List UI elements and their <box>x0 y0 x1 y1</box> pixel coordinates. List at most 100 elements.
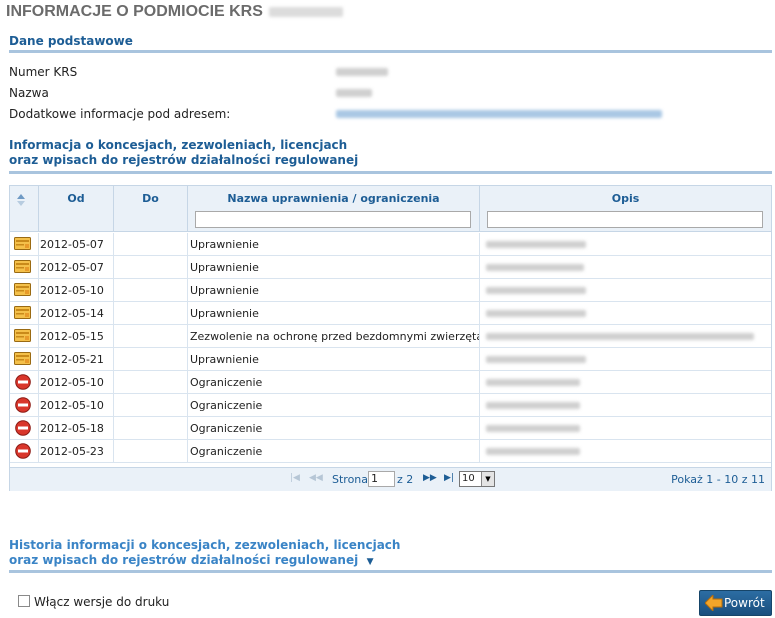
cell-nazwa: Uprawnienie <box>188 302 480 325</box>
table-row[interactable]: 2012-05-07 Uprawnienie <box>10 233 771 256</box>
concessions-divider <box>9 171 772 174</box>
column-opis-label[interactable]: Opis <box>480 192 771 205</box>
column-od-label[interactable]: Od <box>39 192 113 205</box>
column-do-label[interactable]: Do <box>114 192 187 205</box>
opis-redacted <box>486 379 580 386</box>
cell-opis <box>480 348 771 371</box>
krs-number-label: Numer KRS <box>9 65 78 79</box>
rows-per-page-value[interactable]: 10 <box>462 473 475 484</box>
expand-icon[interactable]: ▼ <box>367 557 374 567</box>
cell-nazwa: Ograniczenie <box>188 394 480 417</box>
row-icon-cell <box>10 417 39 440</box>
entity-name-value-redacted <box>336 89 372 97</box>
opis-redacted <box>486 425 580 432</box>
history-link[interactable]: Historia informacji o koncesjach, zezwol… <box>9 538 400 570</box>
cell-do <box>114 279 188 302</box>
permit-icon <box>14 329 31 342</box>
cell-od: 2012-05-15 <box>39 325 114 348</box>
table-row[interactable]: 2012-05-18 Ograniczenie <box>10 417 771 440</box>
column-od[interactable]: Od <box>39 186 114 232</box>
row-icon-cell <box>10 348 39 371</box>
krs-number-redacted <box>268 6 343 17</box>
cell-nazwa: Zezwolenie na ochronę przed bezdomnymi z… <box>188 325 480 348</box>
table-row[interactable]: 2012-05-07 Uprawnienie <box>10 256 771 279</box>
cell-opis <box>480 325 771 348</box>
first-page-icon[interactable]: |◀ <box>290 473 300 483</box>
back-button-label[interactable]: Powrót <box>724 596 765 610</box>
opis-filter-input[interactable] <box>487 211 763 228</box>
table-row[interactable]: 2012-05-15 Zezwolenie na ochronę przed be… <box>10 325 771 348</box>
page-number-input[interactable]: 1 <box>368 471 395 487</box>
cell-nazwa: Ograniczenie <box>188 440 480 463</box>
opis-redacted <box>486 356 586 363</box>
cell-od: 2012-05-14 <box>39 302 114 325</box>
table-row[interactable]: 2012-05-21 Uprawnienie <box>10 348 771 371</box>
print-version-checkbox[interactable] <box>18 595 30 607</box>
permit-icon <box>14 352 31 365</box>
chevron-down-icon[interactable]: ▼ <box>481 472 494 486</box>
cell-od: 2012-05-10 <box>39 371 114 394</box>
cell-do <box>114 394 188 417</box>
table-row[interactable]: 2012-05-14 Uprawnienie <box>10 302 771 325</box>
cell-do <box>114 417 188 440</box>
history-line1[interactable]: Historia informacji o koncesjach, zezwol… <box>9 538 400 553</box>
cell-nazwa: Uprawnienie <box>188 348 480 371</box>
history-line2[interactable]: oraz wpisach do rejestrów działalności r… <box>9 553 400 570</box>
cell-do <box>114 325 188 348</box>
sort-icon[interactable] <box>16 194 26 206</box>
cell-opis <box>480 233 771 256</box>
cell-opis <box>480 256 771 279</box>
table-row[interactable]: 2012-05-10 Ograniczenie <box>10 371 771 394</box>
back-button[interactable]: Powrót <box>699 590 772 616</box>
cell-od: 2012-05-10 <box>39 279 114 302</box>
row-icon-cell <box>10 325 39 348</box>
row-icon-cell <box>10 279 39 302</box>
cell-nazwa: Ograniczenie <box>188 371 480 394</box>
concessions-heading-line2: oraz wpisach do rejestrów działalności r… <box>9 153 359 167</box>
cell-opis <box>480 417 771 440</box>
last-page-icon[interactable]: ▶| <box>444 473 454 483</box>
concessions-heading-line1: Informacja o koncesjach, zezwoleniach, l… <box>9 138 348 152</box>
basic-data-heading: Dane podstawowe <box>9 34 133 48</box>
page-title: INFORMACJE O PODMIOCIE KRS <box>6 3 343 21</box>
print-version-label[interactable]: Włącz wersje do druku <box>34 595 169 609</box>
page-title-text: INFORMACJE O PODMIOCIE KRS <box>6 3 263 20</box>
next-page-icon[interactable]: ▶▶ <box>423 473 437 483</box>
row-icon-cell <box>10 233 39 256</box>
column-nazwa-label[interactable]: Nazwa uprawnienia / ograniczenia <box>188 192 479 205</box>
cell-od: 2012-05-07 <box>39 256 114 279</box>
prev-page-icon[interactable]: ◀◀ <box>309 473 323 483</box>
restriction-icon <box>15 374 31 390</box>
page-label: Strona <box>332 473 369 486</box>
cell-opis <box>480 371 771 394</box>
cell-od: 2012-05-07 <box>39 233 114 256</box>
table-row[interactable]: 2012-05-10 Ograniczenie <box>10 394 771 417</box>
row-icon-cell <box>10 371 39 394</box>
opis-redacted <box>486 241 586 248</box>
column-nazwa[interactable]: Nazwa uprawnienia / ograniczenia <box>188 186 480 232</box>
concessions-heading: Informacja o koncesjach, zezwoleniach, l… <box>9 138 358 168</box>
row-icon-cell <box>10 302 39 325</box>
restriction-icon <box>15 397 31 413</box>
opis-redacted <box>486 448 580 455</box>
column-sort[interactable] <box>10 186 39 232</box>
rows-per-page-select[interactable]: 10 ▼ <box>459 471 495 487</box>
back-arrow-icon[interactable] <box>705 595 723 611</box>
opis-redacted <box>486 264 584 271</box>
restriction-icon <box>15 443 31 459</box>
basic-data-divider <box>9 50 772 53</box>
cell-od: 2012-05-23 <box>39 440 114 463</box>
cell-do <box>114 256 188 279</box>
column-do[interactable]: Do <box>114 186 188 232</box>
opis-redacted <box>486 287 586 294</box>
nazwa-filter-input[interactable] <box>195 211 471 228</box>
table-row[interactable]: 2012-05-23 Ograniczenie <box>10 440 771 463</box>
entity-name-label: Nazwa <box>9 86 49 100</box>
table-row[interactable]: 2012-05-10 Uprawnienie <box>10 279 771 302</box>
row-icon-cell <box>10 440 39 463</box>
column-opis[interactable]: Opis <box>480 186 771 232</box>
cell-od: 2012-05-21 <box>39 348 114 371</box>
cell-od: 2012-05-18 <box>39 417 114 440</box>
extra-info-link-redacted[interactable] <box>336 110 662 118</box>
permit-icon <box>14 237 31 250</box>
